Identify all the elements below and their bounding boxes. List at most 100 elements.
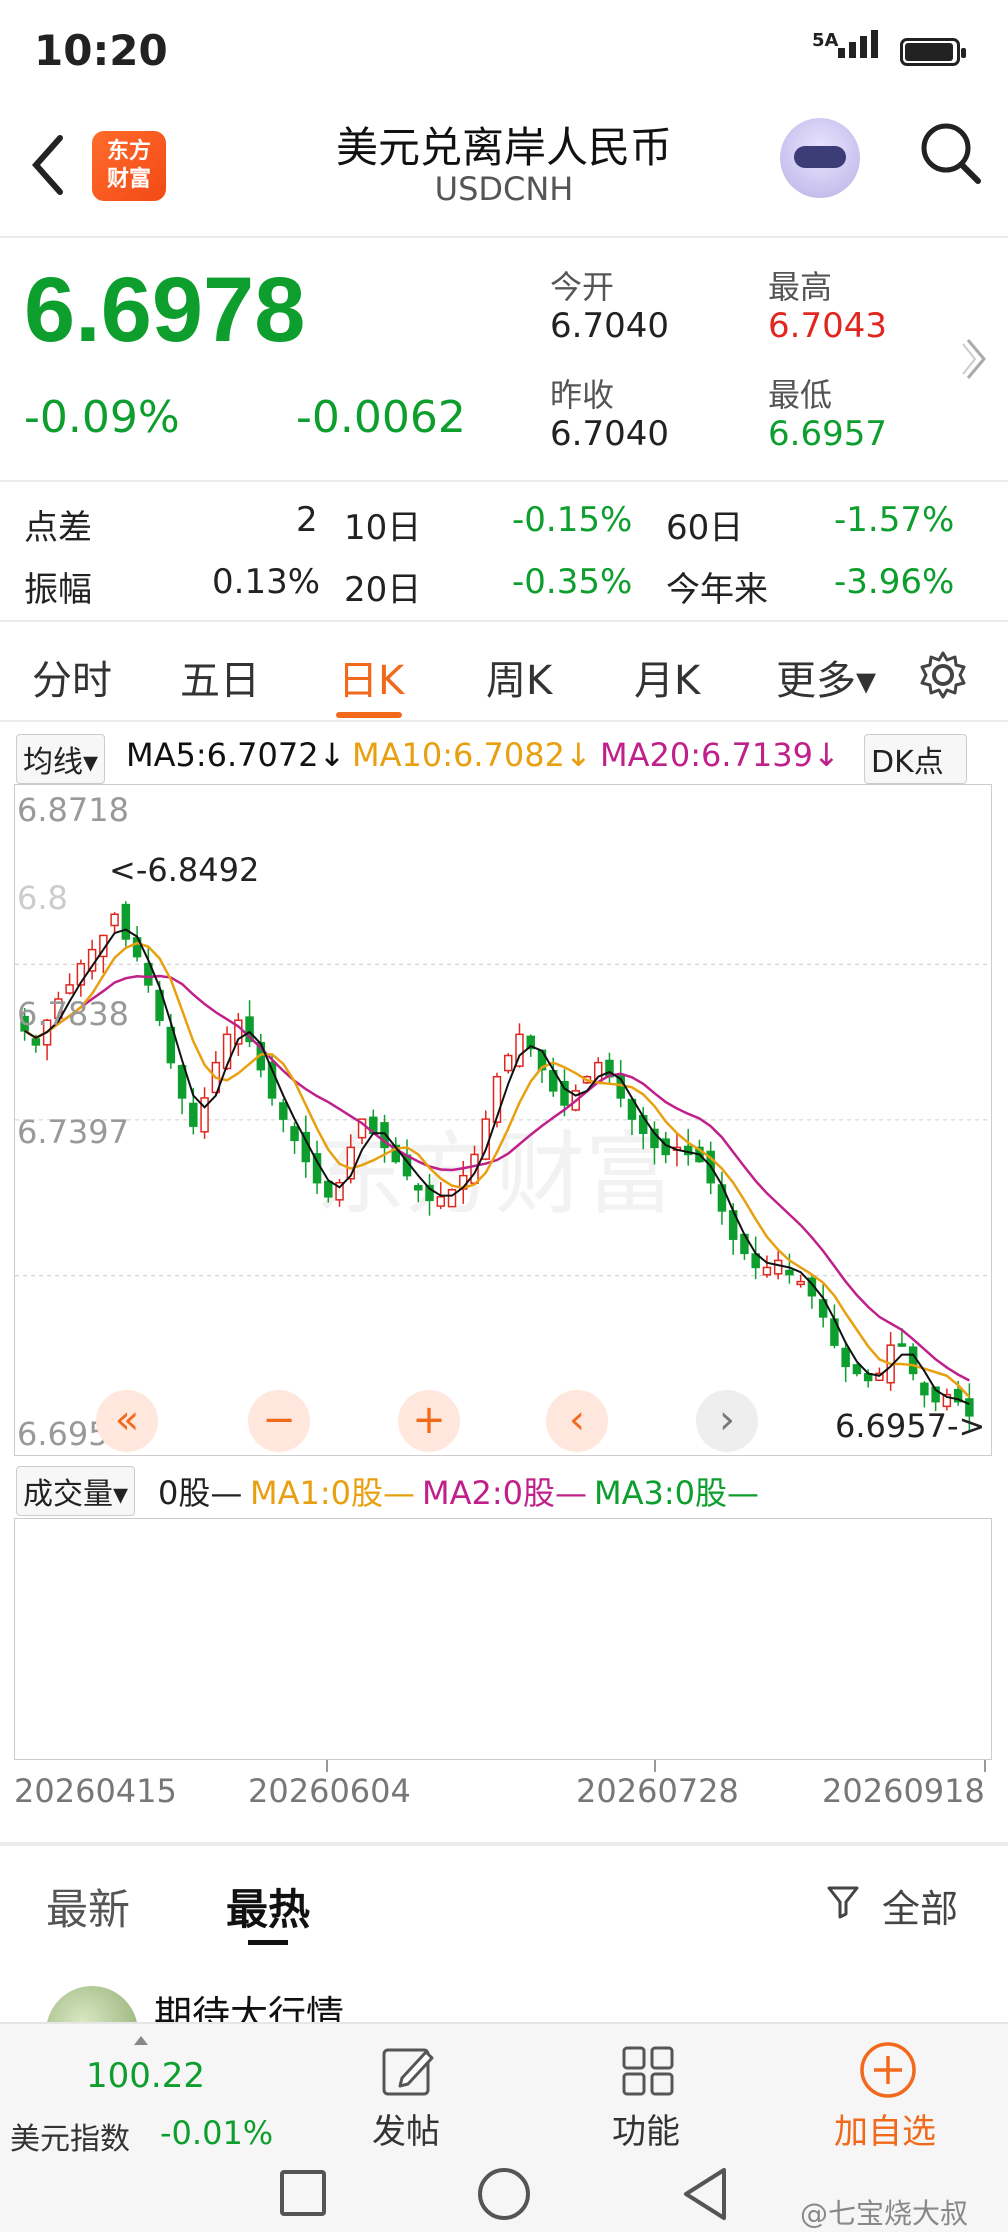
vol-ma1: MA1:0股— — [250, 1474, 416, 1512]
y-label-4: 6.7397 — [17, 1113, 129, 1151]
post-icon[interactable] — [380, 2042, 436, 2098]
high-label: 最高 — [768, 268, 833, 306]
high-value: 6.7043 — [768, 306, 887, 346]
candle-body — [841, 1347, 850, 1368]
candle-body — [504, 1054, 513, 1072]
current-price: 6.6978 — [24, 259, 306, 361]
zoom-in-button[interactable]: + — [398, 1390, 460, 1452]
candle-body — [796, 1280, 805, 1286]
y-label-2: 6.8 — [17, 879, 68, 917]
section-divider — [0, 1842, 1008, 1846]
signal-icon — [838, 30, 878, 58]
spread-value: 2 — [296, 500, 318, 540]
vol-ma2: MA2:0股— — [422, 1474, 588, 1512]
ma5-value: MA5:6.7072↓ — [126, 736, 346, 774]
usd-index-value[interactable]: 100.22 — [86, 2056, 205, 2096]
candle-body — [200, 1097, 209, 1133]
function-label[interactable]: 功能 — [612, 2104, 680, 2153]
candle-body — [852, 1364, 862, 1375]
candle-body — [65, 984, 74, 994]
tab-more[interactable]: 更多▾ — [776, 648, 876, 706]
x-tick — [326, 1760, 328, 1772]
credit-watermark: @七宝烧大叔 — [800, 2197, 969, 2230]
divider — [0, 480, 1008, 482]
add-watchlist-icon[interactable] — [858, 2040, 918, 2100]
recent-apps-icon[interactable] — [280, 2170, 326, 2216]
function-grid-icon[interactable] — [620, 2042, 676, 2098]
kline-svg: 东方财富 6.8718 6.8 6.7838 6.7397 6.6957 <-6… — [15, 791, 991, 1453]
amplitude-value: 0.13% — [212, 562, 321, 602]
feed-tab-hot[interactable]: 最热 — [226, 1876, 310, 1937]
ytd-label: 今年来 — [666, 570, 768, 610]
candle-body — [110, 913, 119, 927]
d10-label: 10日 — [344, 508, 422, 548]
candle-body — [290, 1126, 299, 1142]
volume-selector[interactable]: 成交量▾ — [16, 1466, 136, 1516]
candle-body — [908, 1346, 918, 1375]
volume-legend: 成交量▾ 0股— MA1:0股— MA2:0股— MA3:0股— — [0, 1464, 1008, 1516]
back-nav-icon[interactable] — [680, 2166, 730, 2222]
x-tick — [654, 1760, 656, 1772]
tab-monthly-k[interactable]: 月K — [634, 648, 700, 706]
y-label-top: 6.8718 — [17, 791, 129, 829]
open-label: 今开 — [550, 268, 615, 306]
tab-daily-k[interactable]: 日K — [338, 648, 404, 706]
candle-body — [189, 1102, 198, 1127]
prev-close-label: 昨收 — [550, 376, 615, 414]
d20-value: -0.35% — [512, 562, 633, 602]
battery-icon — [900, 38, 966, 66]
x-tick — [984, 1760, 986, 1772]
y-label-3: 6.7838 — [17, 995, 129, 1033]
d60-value: -1.57% — [834, 500, 955, 540]
candle-body — [436, 1196, 446, 1207]
open-value: 6.7040 — [550, 306, 669, 346]
assistant-avatar-icon[interactable] — [780, 118, 860, 198]
feed-tab-indicator — [248, 1940, 288, 1945]
index-up-arrow-icon — [134, 2036, 148, 2045]
filter-all[interactable]: 全部 — [882, 1878, 958, 1933]
spread-label: 点差 — [24, 508, 92, 548]
app-header: 东方 财富 美元兑离岸人民币 USDCNH — [0, 100, 1008, 238]
post-label[interactable]: 发帖 — [372, 2104, 440, 2153]
volume-chart[interactable] — [14, 1518, 992, 1760]
d20-label: 20日 — [344, 570, 422, 610]
candle-body — [121, 903, 131, 940]
tab-intraday[interactable]: 分时 — [32, 648, 112, 706]
low-value: 6.6957 — [768, 414, 887, 454]
candle-body — [897, 1343, 907, 1347]
kline-chart[interactable]: 东方财富 6.8718 6.8 6.7838 6.7397 6.6957 <-6… — [14, 784, 992, 1456]
home-icon[interactable] — [478, 2168, 530, 2220]
search-icon[interactable] — [918, 118, 984, 188]
dk-point-selector[interactable]: DK点 — [864, 734, 967, 784]
ytd-value: -3.96% — [834, 562, 955, 602]
tab-five-day[interactable]: 五日 — [180, 648, 260, 706]
d10-value: -0.15% — [512, 500, 633, 540]
gear-icon[interactable] — [918, 650, 968, 700]
candle-body — [447, 1189, 457, 1208]
tab-weekly-k[interactable]: 周K — [486, 648, 552, 706]
ma10-value: MA10:6.7082↓ — [352, 736, 592, 774]
volume-value: 0股— — [158, 1474, 243, 1512]
filter-icon[interactable] — [826, 1884, 860, 1920]
vol-ma3: MA3:0股— — [594, 1474, 760, 1512]
usd-index-change: -0.01% — [160, 2114, 274, 2152]
ma-legend: 均线▾ MA5:6.7072↓ MA10:6.7082↓ MA20:6.7139… — [0, 732, 1008, 784]
usd-index-name[interactable]: 美元指数 — [10, 2114, 130, 2158]
change-percent: -0.09% — [24, 392, 180, 443]
x-date-4: 20260918 — [822, 1772, 985, 1810]
scroll-start-button[interactable]: « — [96, 1390, 158, 1452]
amplitude-label: 振幅 — [24, 570, 92, 610]
candle-body — [773, 1259, 783, 1275]
change-amount: -0.0062 — [296, 392, 466, 443]
feed-tab-latest[interactable]: 最新 — [46, 1876, 130, 1937]
period-tabs: 分时 五日 日K 周K 月K 更多▾ — [0, 622, 1008, 722]
candle-body — [324, 1180, 333, 1198]
zoom-out-button[interactable]: − — [248, 1390, 310, 1452]
scroll-right-button[interactable]: › — [696, 1390, 758, 1452]
scroll-left-button[interactable]: ‹ — [546, 1390, 608, 1452]
candle-body — [31, 1038, 41, 1046]
ma-selector[interactable]: 均线▾ — [16, 734, 106, 784]
expand-chevron-icon[interactable] — [962, 336, 990, 382]
candle-body — [279, 1102, 288, 1120]
add-watchlist-label[interactable]: 加自选 — [834, 2104, 936, 2153]
